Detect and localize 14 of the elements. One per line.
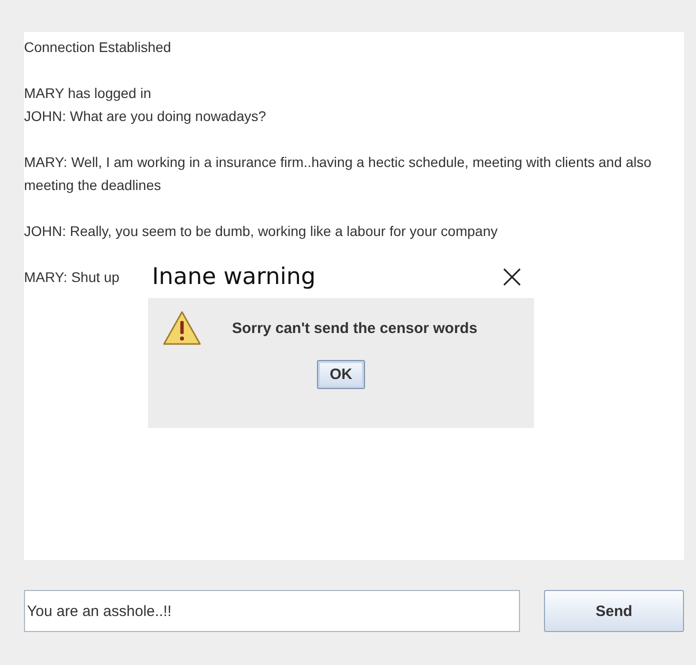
chat-message: MARY: Well, I am working in a insurance firm..having a hectic schedule, meeting with clients and also meeting the deadlines (24, 153, 652, 195)
ok-button[interactable]: OK (316, 360, 366, 389)
dialog-title: Inane warning (152, 264, 316, 290)
send-button[interactable]: Send (544, 590, 684, 632)
warning-icon (162, 310, 202, 346)
chat-message: JOHN: What are you doing nowadays? (24, 107, 266, 126)
chat-message: Connection Established (24, 38, 172, 57)
message-input[interactable]: You are an asshole..!! (24, 590, 520, 632)
chat-message: MARY has logged in (24, 84, 152, 103)
chat-message: JOHN: Really, you seem to be dumb, working like a labour for your company (24, 222, 498, 241)
close-icon (502, 267, 522, 287)
chat-message: MARY: Shut up (24, 268, 120, 287)
dialog-message: Sorry can't send the censor words (232, 320, 478, 336)
close-button[interactable] (502, 267, 522, 287)
